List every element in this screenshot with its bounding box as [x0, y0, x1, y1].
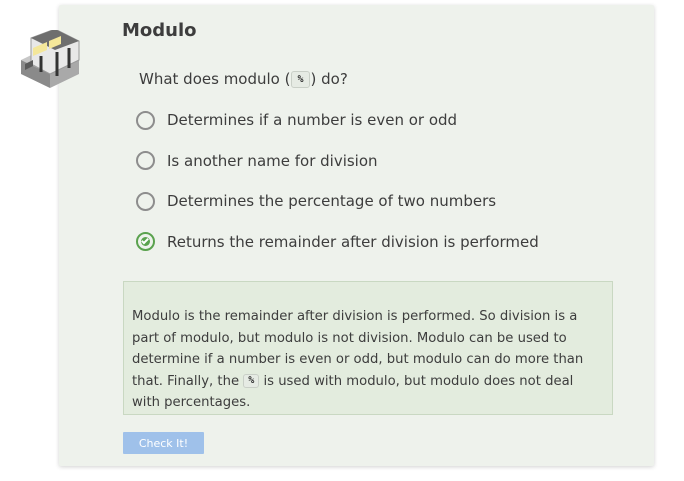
radio-unchecked-icon[interactable]: [136, 151, 155, 170]
question-text: What does modulo ( % ) do?: [139, 70, 348, 88]
check-it-button[interactable]: Check It!: [123, 432, 204, 454]
page-title: Modulo: [122, 20, 197, 41]
answer-option-even-odd[interactable]: Determines if a number is even or odd: [136, 109, 539, 131]
option-label: Determines if a number is even or odd: [167, 111, 458, 129]
option-label: Is another name for division: [167, 151, 378, 170]
answer-options: Determines if a number is even or odd Is…: [136, 109, 539, 271]
radio-unchecked-icon[interactable]: [136, 191, 155, 211]
modulo-code-chip: %: [291, 70, 310, 88]
answer-option-division[interactable]: Is another name for division: [136, 150, 539, 172]
option-label: Determines the percentage of two numbers: [167, 192, 497, 210]
option-label: Returns the remainder after division is …: [167, 232, 539, 251]
radio-checked-icon[interactable]: [136, 232, 155, 251]
feedback-panel: Modulo is the remainder after division i…: [123, 281, 613, 415]
radio-unchecked-icon[interactable]: [136, 110, 155, 130]
question-text-before: What does modulo (: [139, 70, 291, 88]
question-text-after: ) do?: [310, 70, 348, 88]
answer-option-percentage[interactable]: Determines the percentage of two numbers: [136, 190, 539, 212]
station-building-icon: [21, 30, 80, 88]
answer-option-remainder[interactable]: Returns the remainder after division is …: [136, 231, 539, 253]
percent-code-chip: %: [243, 373, 260, 388]
